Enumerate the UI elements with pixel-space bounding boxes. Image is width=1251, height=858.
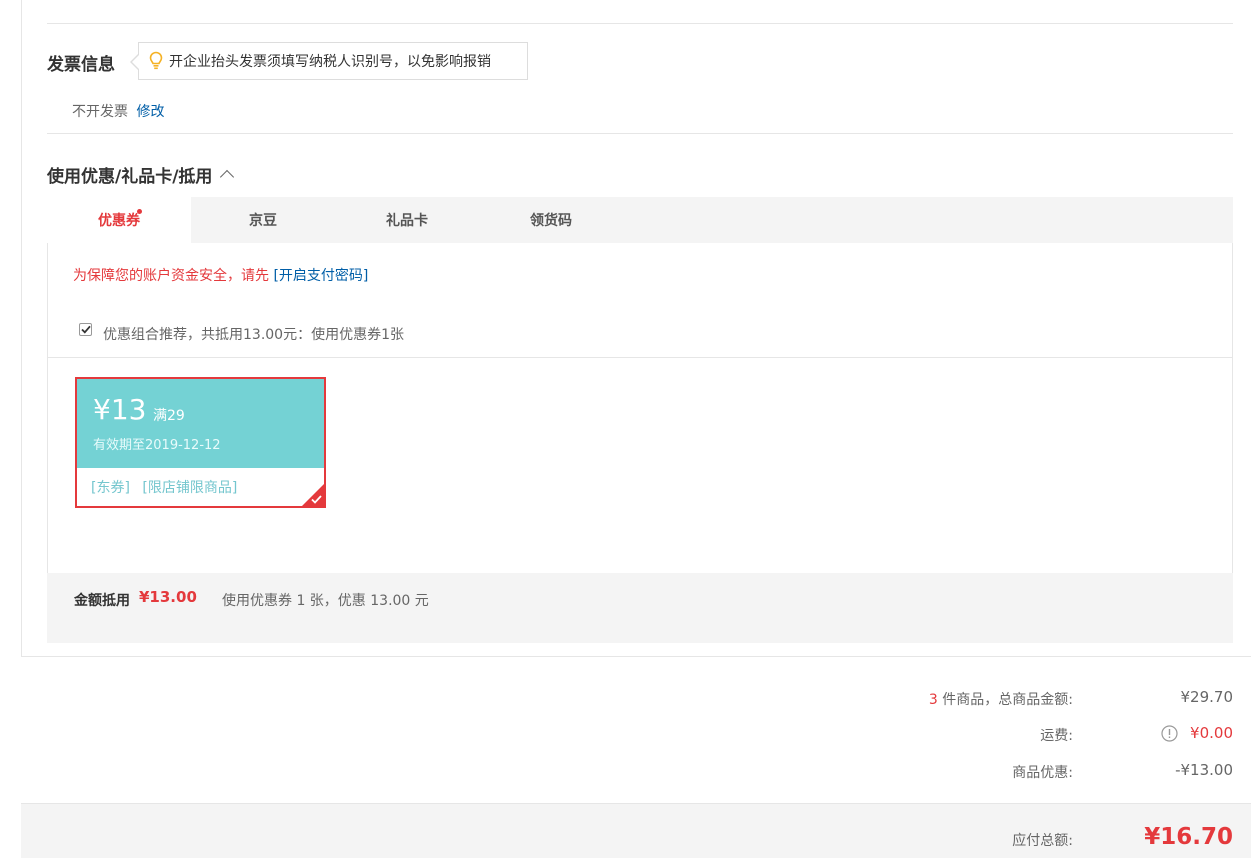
combo-checkbox[interactable]	[79, 323, 92, 336]
discount-tabs: 优惠券 京豆 礼品卡 领货码	[47, 197, 1233, 243]
security-notice: 为保障您的账户资金安全，请先 [开启支付密码]	[73, 265, 368, 285]
coupon-validity: 有效期至2019-12-12	[93, 438, 221, 453]
tab-giftcard-label: 礼品卡	[386, 213, 428, 229]
combo-text: 优惠组合推荐，共抵用13.00元：使用优惠券1张	[103, 327, 404, 343]
tab-coupon[interactable]: 优惠券	[47, 197, 191, 243]
info-icon[interactable]	[1161, 725, 1178, 746]
tab-redeem-code[interactable]: 领货码	[479, 197, 623, 243]
coupon-tag-dongquan: [东券]	[91, 480, 130, 496]
tab-jingdou-label: 京豆	[249, 213, 277, 229]
coupon-tags: [东券] [限店铺限商品]	[91, 477, 245, 497]
items-label-text: 件商品，总商品金额:	[937, 692, 1073, 708]
coupon-card[interactable]: ¥13 满29 有效期至2019-12-12 [东券] [限店铺限商品]	[75, 377, 326, 508]
summary-label: 金额抵用	[74, 593, 130, 609]
payable-amount: ¥16.70	[1144, 824, 1233, 850]
lightbulb-icon	[149, 51, 163, 71]
invoice-title: 发票信息	[47, 55, 115, 75]
new-dot-icon	[137, 209, 142, 214]
discount-title: 使用优惠/礼品卡/抵用	[47, 167, 213, 187]
checkmark-icon	[80, 325, 91, 334]
coupon-condition: 满29	[153, 408, 185, 424]
divider-invoice	[47, 133, 1233, 134]
coupon-header: ¥13 满29 有效期至2019-12-12	[77, 379, 324, 468]
coupon-amount: ¥13	[93, 393, 147, 426]
tip-arrow-fill	[132, 55, 139, 69]
shipping-amount: ¥0.00	[1190, 724, 1233, 742]
discount-summary: 金额抵用 ¥13.00 使用优惠券 1 张，优惠 13.00 元	[47, 573, 1233, 643]
tab-coupon-label: 优惠券	[98, 213, 140, 229]
summary-text: 使用优惠券 1 张，优惠 13.00 元	[222, 593, 429, 609]
enable-paypassword-link[interactable]: [开启支付密码]	[273, 268, 368, 284]
panel-bottom-border	[21, 656, 1251, 657]
invoice-status-row: 不开发票 修改	[72, 101, 164, 121]
shipping-label: 运费:	[1040, 728, 1073, 744]
coupon-tag-store-limit: [限店铺限商品]	[142, 480, 238, 496]
payable-bar: 应付总额: ¥16.70	[21, 803, 1251, 858]
payable-label: 应付总额:	[1012, 833, 1073, 849]
item-count: 3	[928, 692, 938, 708]
chevron-up-icon[interactable]	[220, 169, 235, 184]
items-total-amount: ¥29.70	[1180, 688, 1234, 706]
invoice-edit-link[interactable]: 修改	[136, 104, 164, 120]
discount-header[interactable]: 使用优惠/礼品卡/抵用	[47, 162, 235, 187]
tab-jingdou[interactable]: 京豆	[191, 197, 335, 243]
selected-check-icon	[311, 495, 322, 504]
invoice-tip-text: 开企业抬头发票须填写纳税人识别号，以免影响报销	[169, 54, 491, 70]
items-total-label: 3 件商品，总商品金额:	[929, 689, 1073, 709]
divider-top	[47, 23, 1233, 24]
tab-giftcard[interactable]: 礼品卡	[335, 197, 479, 243]
discount-total-label: 商品优惠:	[1012, 765, 1073, 781]
tab-redeem-code-label: 领货码	[530, 213, 572, 229]
discount-total-amount: -¥13.00	[1175, 761, 1233, 779]
invoice-status: 不开发票	[72, 104, 128, 120]
divider-coupons	[47, 357, 1233, 358]
summary-amount: ¥13.00	[139, 588, 197, 606]
panel-left-border	[21, 0, 22, 657]
invoice-tip: 开企业抬头发票须填写纳税人识别号，以免影响报销	[130, 42, 528, 80]
security-notice-text: 为保障您的账户资金安全，请先	[73, 268, 269, 284]
